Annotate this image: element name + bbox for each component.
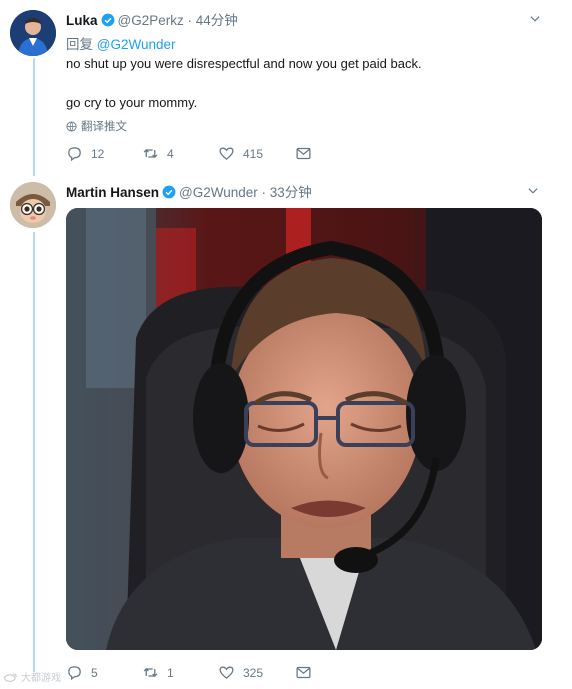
tweet-text-line-1: no shut up you were disrespectful and no… (66, 56, 422, 71)
verified-badge-icon (101, 13, 114, 27)
watermark-text: 大都游戏 (21, 673, 61, 684)
tweet-actions: 5 1 325 (66, 664, 312, 681)
envelope-icon (296, 666, 311, 679)
reply-prefix: 回复 (66, 37, 93, 52)
retweet-count: 1 (167, 665, 174, 680)
avatar[interactable] (10, 10, 56, 56)
thread-connector (33, 232, 35, 672)
display-name[interactable]: Martin Hansen (66, 185, 159, 200)
like-count: 415 (243, 146, 264, 161)
heart-icon (219, 666, 234, 679)
globe-icon (66, 120, 77, 132)
handle[interactable]: @G2Perkz (118, 13, 184, 28)
photo-crying-player (66, 208, 542, 650)
reply-icon (68, 147, 81, 162)
timestamp[interactable]: · 33分钟 (262, 185, 312, 200)
like-button[interactable]: 415 (218, 145, 295, 162)
translate-tweet-button[interactable]: 翻译推文 (66, 118, 127, 134)
retweet-button[interactable]: 1 (142, 664, 218, 681)
retweet-button[interactable]: 4 (142, 145, 218, 162)
reply-count: 12 (91, 146, 105, 161)
reply-count: 5 (91, 665, 98, 680)
reply-button[interactable]: 5 (66, 664, 142, 681)
display-name[interactable]: Luka (66, 13, 98, 28)
thread-connector (33, 58, 35, 176)
reply-target-link[interactable]: @G2Wunder (97, 37, 176, 52)
retweet-icon (143, 149, 158, 158)
handle[interactable]: @G2Wunder (179, 185, 258, 200)
like-button[interactable]: 325 (218, 664, 295, 681)
verified-badge-icon (162, 185, 176, 199)
timestamp[interactable]: · 44分钟 (188, 13, 238, 28)
heart-icon (219, 147, 234, 160)
retweet-count: 4 (167, 146, 174, 161)
weibo-logo-icon (4, 673, 17, 682)
avatar[interactable] (10, 182, 56, 228)
tweet-photo[interactable] (66, 208, 542, 650)
tweet-header: Martin Hansen @G2Wunder · 33分钟 (66, 181, 312, 201)
retweet-icon (143, 668, 158, 677)
reply-context: 回复 @G2Wunder (66, 33, 176, 53)
reply-icon (68, 666, 81, 681)
translate-label: 翻译推文 (81, 121, 127, 133)
direct-message-button[interactable] (295, 664, 312, 681)
envelope-icon (296, 147, 311, 160)
tweet-header: Luka @G2Perkz · 44分钟 (66, 9, 238, 29)
chevron-down-icon[interactable] (526, 184, 540, 198)
tweet-text-line-2: go cry to your mommy. (66, 95, 198, 110)
reply-button[interactable]: 12 (66, 145, 142, 162)
chevron-down-icon[interactable] (528, 12, 542, 26)
like-count: 325 (243, 665, 264, 680)
watermark: 大都游戏 (4, 669, 61, 684)
tweet-actions: 12 4 415 (66, 145, 312, 162)
direct-message-button[interactable] (295, 145, 312, 162)
